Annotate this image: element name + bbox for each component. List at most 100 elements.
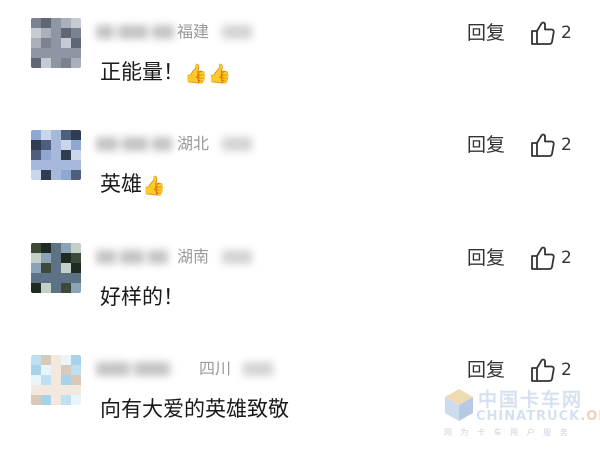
avatar-mosaic-tile <box>31 160 41 170</box>
avatar-mosaic-tile <box>71 28 81 38</box>
avatar-mosaic-tile <box>61 355 71 365</box>
like-count: 2 <box>561 23 572 43</box>
avatar[interactable] <box>31 243 81 293</box>
avatar-mosaic-tile <box>51 365 61 375</box>
avatar-mosaic-tile <box>41 28 51 38</box>
region-blurred <box>222 137 252 151</box>
avatar-mosaic-tile <box>71 38 81 48</box>
avatar-mosaic-tile <box>31 140 41 150</box>
avatar-mosaic-tile <box>71 273 81 283</box>
region-blurred <box>222 250 252 264</box>
avatar-mosaic-tile <box>51 160 61 170</box>
avatar-mosaic-tile <box>61 283 71 293</box>
avatar-mosaic-tile <box>51 355 61 365</box>
avatar-mosaic-tile <box>41 273 51 283</box>
like-count: 2 <box>561 135 572 155</box>
region-blurred <box>243 362 273 376</box>
avatar-mosaic-tile <box>31 38 41 48</box>
avatar-mosaic-tile <box>31 243 41 253</box>
cube-logo-icon <box>445 389 473 421</box>
avatar-mosaic-tile <box>61 375 71 385</box>
region-blurred <box>222 25 252 39</box>
region-label: 福建 <box>177 22 210 41</box>
avatar-mosaic-tile <box>51 140 61 150</box>
avatar-mosaic-tile <box>31 283 41 293</box>
avatar-mosaic-tile <box>71 48 81 58</box>
avatar-mosaic-tile <box>71 160 81 170</box>
avatar-mosaic-tile <box>61 385 71 395</box>
avatar-mosaic-tile <box>61 58 71 68</box>
avatar-mosaic-tile <box>61 140 71 150</box>
region-label: 四川 <box>199 359 232 378</box>
avatar-mosaic-tile <box>61 28 71 38</box>
avatar-mosaic-tile <box>51 375 61 385</box>
avatar-mosaic-tile <box>51 263 61 273</box>
avatar-mosaic-tile <box>51 395 61 405</box>
avatar-mosaic-tile <box>61 395 71 405</box>
reply-button[interactable]: 回复 <box>467 21 505 45</box>
avatar-mosaic-tile <box>41 58 51 68</box>
avatar-mosaic-tile <box>31 58 41 68</box>
avatar[interactable] <box>31 355 81 405</box>
avatar-mosaic-tile <box>61 263 71 273</box>
avatar-mosaic-tile <box>41 385 51 395</box>
avatar-mosaic-tile <box>41 170 51 180</box>
avatar-mosaic-tile <box>71 365 81 375</box>
avatar-mosaic-tile <box>71 355 81 365</box>
avatar-mosaic-tile <box>51 283 61 293</box>
avatar-mosaic-tile <box>41 263 51 273</box>
watermark-sub: 网 为 卡 车 用 户 服 务 <box>444 428 571 437</box>
avatar-mosaic-tile <box>31 355 41 365</box>
region-label: 湖北 <box>177 134 210 153</box>
like-button[interactable]: 2 <box>529 244 589 272</box>
reply-button[interactable]: 回复 <box>467 133 505 157</box>
avatar-mosaic-tile <box>31 253 41 263</box>
avatar[interactable] <box>31 130 81 180</box>
like-button[interactable]: 2 <box>529 131 589 159</box>
avatar-mosaic-tile <box>71 253 81 263</box>
avatar-mosaic-tile <box>71 243 81 253</box>
avatar-mosaic-tile <box>61 160 71 170</box>
avatar-mosaic-tile <box>61 150 71 160</box>
avatar-mosaic-tile <box>71 140 81 150</box>
avatar-mosaic-tile <box>51 130 61 140</box>
username-blurred[interactable] <box>96 134 176 154</box>
avatar-mosaic-tile <box>41 160 51 170</box>
username-blurred[interactable] <box>96 22 178 42</box>
avatar-mosaic-tile <box>61 130 71 140</box>
thumbs-up-icon <box>531 21 555 45</box>
avatar-mosaic-tile <box>31 273 41 283</box>
avatar-mosaic-tile <box>31 385 41 395</box>
avatar-mosaic-tile <box>41 48 51 58</box>
avatar-mosaic-tile <box>51 170 61 180</box>
thumbs-up-emoji-icon: 👍👍 <box>184 63 232 85</box>
avatar-mosaic-tile <box>31 130 41 140</box>
avatar-mosaic-tile <box>51 48 61 58</box>
comment-item: 福建 正能量！👍👍 回复 2 <box>0 0 600 112</box>
avatar-mosaic-tile <box>51 58 61 68</box>
avatar-mosaic-tile <box>51 18 61 28</box>
comment-text: 向有大爱的英雄致敬 <box>100 397 289 421</box>
avatar-mosaic-tile <box>51 253 61 263</box>
like-button[interactable]: 2 <box>529 356 589 384</box>
avatar-mosaic-tile <box>61 243 71 253</box>
avatar-mosaic-tile <box>61 18 71 28</box>
reply-button[interactable]: 回复 <box>467 246 505 270</box>
avatar-mosaic-tile <box>41 375 51 385</box>
like-button[interactable]: 2 <box>529 19 589 47</box>
username-blurred[interactable] <box>96 359 174 379</box>
avatar-mosaic-tile <box>31 170 41 180</box>
comment-item: 湖南 好样的！ 回复 2 <box>0 225 600 337</box>
avatar[interactable] <box>31 18 81 68</box>
avatar-mosaic-tile <box>61 273 71 283</box>
avatar-mosaic-tile <box>61 38 71 48</box>
like-count: 2 <box>561 360 572 380</box>
username-blurred[interactable] <box>96 247 172 267</box>
reply-button[interactable]: 回复 <box>467 358 505 382</box>
avatar-mosaic-tile <box>31 48 41 58</box>
thumbs-up-icon <box>531 246 555 270</box>
avatar-mosaic-tile <box>41 140 51 150</box>
avatar-mosaic-tile <box>51 273 61 283</box>
avatar-mosaic-tile <box>41 395 51 405</box>
avatar-mosaic-tile <box>31 28 41 38</box>
